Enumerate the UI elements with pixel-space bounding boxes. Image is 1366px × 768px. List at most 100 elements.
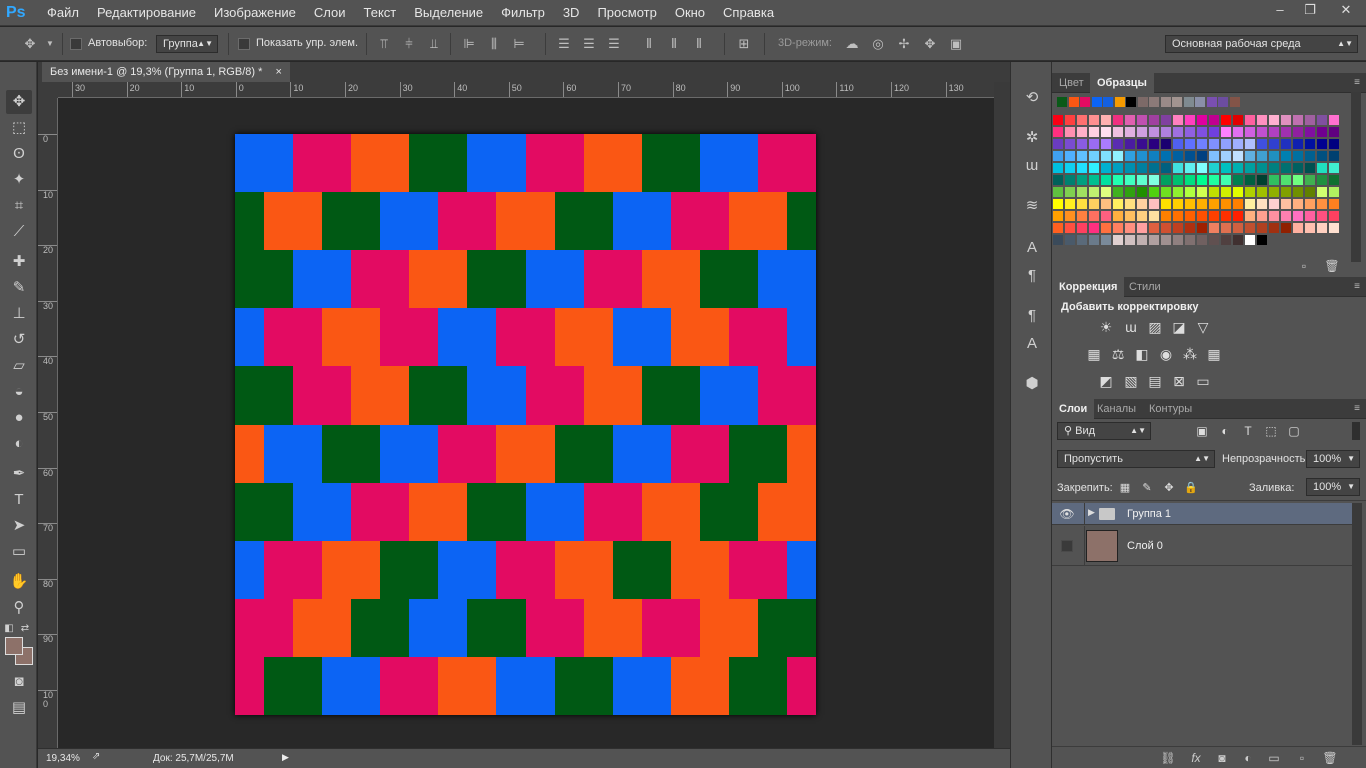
swatch[interactable]	[1293, 127, 1303, 137]
swatch[interactable]	[1113, 115, 1123, 125]
eraser-tool-icon[interactable]: ▱	[6, 354, 32, 378]
swatch[interactable]	[1101, 139, 1111, 149]
swatch[interactable]	[1233, 235, 1243, 245]
swatch[interactable]	[1281, 223, 1291, 233]
align-top-icon[interactable]: ⫪	[376, 36, 392, 52]
swatch[interactable]	[1293, 187, 1303, 197]
swatch[interactable]	[1173, 187, 1183, 197]
color-balance-icon[interactable]: ⚖	[1109, 345, 1127, 363]
swatch[interactable]	[1089, 235, 1099, 245]
adjustment-layer-icon[interactable]: ◐	[1240, 750, 1256, 766]
swatch[interactable]	[1053, 127, 1063, 137]
swatch[interactable]	[1149, 139, 1159, 149]
swatch[interactable]	[1126, 97, 1136, 107]
swatch[interactable]	[1305, 127, 1315, 137]
eyedropper-tool-icon[interactable]: ⟋	[6, 220, 32, 244]
swatch[interactable]	[1077, 199, 1087, 209]
swatch[interactable]	[1281, 151, 1291, 161]
swatch[interactable]	[1221, 175, 1231, 185]
menu-item-5[interactable]: Выделение	[405, 0, 492, 26]
swatch[interactable]	[1113, 139, 1123, 149]
swatch[interactable]	[1077, 187, 1087, 197]
document-tab[interactable]: Без имени-1 @ 19,3% (Группа 1, RGB/8) * …	[42, 62, 290, 82]
swatch[interactable]	[1053, 187, 1063, 197]
swatch[interactable]	[1257, 235, 1267, 245]
swatch[interactable]	[1197, 175, 1207, 185]
swatch[interactable]	[1089, 115, 1099, 125]
swatch[interactable]	[1089, 211, 1099, 221]
swatch[interactable]	[1113, 187, 1123, 197]
vertical-scrollbar[interactable]	[994, 82, 1010, 748]
tool-preset-chevron-icon[interactable]: ▼	[42, 36, 58, 52]
distribute-bottom-icon[interactable]: ☰	[606, 36, 622, 52]
swatch[interactable]	[1053, 175, 1063, 185]
swatch[interactable]	[1053, 223, 1063, 233]
swatch[interactable]	[1293, 199, 1303, 209]
swatch[interactable]	[1161, 223, 1171, 233]
swatch[interactable]	[1137, 151, 1147, 161]
menu-item-2[interactable]: Изображение	[205, 0, 305, 26]
distribute-vcenter-icon[interactable]: ☰	[581, 36, 597, 52]
minimize-button[interactable]: –	[1266, 0, 1294, 20]
swatch[interactable]	[1257, 223, 1267, 233]
swatch[interactable]	[1172, 97, 1182, 107]
swatch[interactable]	[1209, 235, 1219, 245]
swatch[interactable]	[1197, 223, 1207, 233]
swatch[interactable]	[1269, 163, 1279, 173]
brush-tool-icon[interactable]: ✎	[6, 276, 32, 300]
opacity-input[interactable]: 100% ▼	[1306, 450, 1360, 468]
swatch[interactable]	[1101, 211, 1111, 221]
swatch[interactable]	[1269, 223, 1279, 233]
swatch[interactable]	[1245, 187, 1255, 197]
zoom-value[interactable]: 19,34%	[46, 753, 80, 764]
swatch[interactable]	[1077, 115, 1087, 125]
swatch[interactable]	[1221, 115, 1231, 125]
swatch[interactable]	[1161, 163, 1171, 173]
swatch[interactable]	[1317, 139, 1327, 149]
layer-name[interactable]: Слой 0	[1127, 540, 1163, 552]
swatch[interactable]	[1053, 235, 1063, 245]
layer-row-group-1[interactable]: 👁 ▶ Группа 1	[1052, 503, 1352, 525]
scale-3d-icon[interactable]: ▣	[948, 36, 964, 52]
swatch[interactable]	[1329, 151, 1339, 161]
hand-tool-icon[interactable]: ✋	[6, 570, 32, 594]
swatch[interactable]	[1077, 223, 1087, 233]
panel-menu-icon[interactable]: ≡	[1354, 77, 1360, 88]
swatch[interactable]	[1257, 175, 1267, 185]
filter-toggle[interactable]	[1352, 422, 1360, 440]
swatch[interactable]	[1057, 97, 1067, 107]
swatch[interactable]	[1257, 127, 1267, 137]
swatch[interactable]	[1245, 211, 1255, 221]
swatch[interactable]	[1065, 211, 1075, 221]
healing-brush-tool-icon[interactable]: ✚	[6, 250, 32, 274]
swatch[interactable]	[1125, 223, 1135, 233]
swatch[interactable]	[1317, 115, 1327, 125]
swatch[interactable]	[1245, 115, 1255, 125]
swatch[interactable]	[1317, 187, 1327, 197]
swatch[interactable]	[1065, 127, 1075, 137]
swatch[interactable]	[1065, 199, 1075, 209]
swatch[interactable]	[1269, 151, 1279, 161]
layer-name[interactable]: Группа 1	[1127, 508, 1171, 520]
swatch[interactable]	[1209, 223, 1219, 233]
roll-3d-icon[interactable]: ◎	[870, 36, 886, 52]
swatch[interactable]	[1329, 163, 1339, 173]
history-panel-icon[interactable]: ⟲	[1020, 86, 1044, 110]
swatch[interactable]	[1113, 127, 1123, 137]
swatch[interactable]	[1329, 223, 1339, 233]
swatch[interactable]	[1257, 163, 1267, 173]
swatch[interactable]	[1113, 175, 1123, 185]
swatch[interactable]	[1269, 127, 1279, 137]
layers-scrollbar[interactable]	[1352, 503, 1362, 745]
swatch[interactable]	[1065, 175, 1075, 185]
swatch[interactable]	[1101, 175, 1111, 185]
character-styles-icon[interactable]: A	[1020, 332, 1044, 356]
swatch[interactable]	[1257, 115, 1267, 125]
swatch[interactable]	[1101, 235, 1111, 245]
delete-swatch-icon[interactable]: 🗑	[1324, 258, 1340, 274]
swatch[interactable]	[1245, 163, 1255, 173]
character-panel-icon[interactable]: A	[1020, 236, 1044, 260]
swatch[interactable]	[1305, 187, 1315, 197]
swatch[interactable]	[1233, 175, 1243, 185]
group-expand-icon[interactable]: ▶	[1088, 507, 1095, 518]
